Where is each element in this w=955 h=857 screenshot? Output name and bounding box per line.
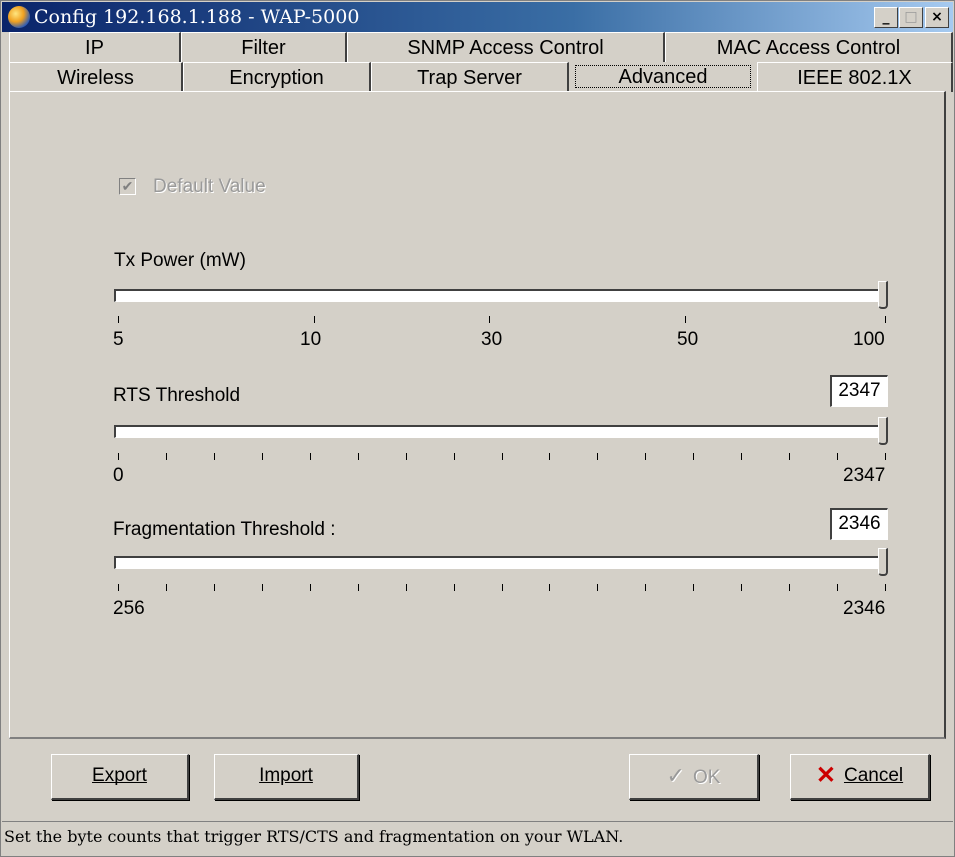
rts-threshold-value[interactable]: 2347 xyxy=(830,375,888,407)
status-text: Set the byte counts that trigger RTS/CTS… xyxy=(4,827,624,846)
tab-encryption[interactable]: Encryption xyxy=(183,62,371,92)
red-x-icon: ✕ xyxy=(815,762,836,789)
maximize-button: □ xyxy=(899,7,923,28)
tick-mark xyxy=(685,316,686,323)
tab-mac-access-control[interactable]: MAC Access Control xyxy=(665,32,953,62)
tx-tick-label-30: 30 xyxy=(481,329,503,350)
close-button[interactable]: × xyxy=(925,7,949,28)
cancel-button[interactable]: ✕ Cancel xyxy=(790,754,930,800)
config-window: Config 192.168.1.188 - WAP-5000 _ □ × IP… xyxy=(0,0,955,857)
tx-power-slider-track[interactable] xyxy=(114,289,888,302)
rts-max-label: 2347 xyxy=(843,465,886,486)
rts-slider-track[interactable] xyxy=(114,425,888,438)
minimize-button[interactable]: _ xyxy=(874,7,898,28)
frag-ticks xyxy=(118,584,886,592)
tick-mark xyxy=(837,453,838,460)
tick-mark xyxy=(789,584,790,591)
import-button-label: Import xyxy=(259,765,313,786)
tick-mark xyxy=(454,584,455,591)
tick-mark xyxy=(693,453,694,460)
window-title: Config 192.168.1.188 - WAP-5000 xyxy=(34,6,360,28)
tx-power-ticks xyxy=(118,316,886,324)
tab-filter[interactable]: Filter xyxy=(181,32,347,62)
frag-threshold-label: Fragmentation Threshold : xyxy=(113,519,336,540)
tab-wireless[interactable]: Wireless xyxy=(9,62,183,92)
tick-mark xyxy=(549,453,550,460)
tick-mark xyxy=(118,316,119,323)
tick-mark xyxy=(314,316,315,323)
tick-mark xyxy=(358,453,359,460)
export-button-label: Export xyxy=(92,765,147,786)
tick-mark xyxy=(502,453,503,460)
tick-mark xyxy=(166,584,167,591)
tab-snmp-access-control[interactable]: SNMP Access Control xyxy=(347,32,665,62)
cancel-button-label: Cancel xyxy=(843,765,904,786)
tick-mark xyxy=(741,453,742,460)
tick-mark xyxy=(885,453,886,460)
default-value-checkbox: ✔ xyxy=(119,178,136,195)
frag-slider-thumb[interactable] xyxy=(878,548,888,576)
tick-mark xyxy=(214,584,215,591)
tick-mark xyxy=(310,584,311,591)
tick-mark xyxy=(645,453,646,460)
tick-mark xyxy=(406,584,407,591)
tab-focus-rect xyxy=(575,65,751,88)
tx-power-slider-thumb[interactable] xyxy=(878,281,888,309)
title-bar[interactable]: Config 192.168.1.188 - WAP-5000 _ □ × xyxy=(2,2,953,32)
tick-mark xyxy=(597,453,598,460)
export-button[interactable]: Export xyxy=(51,754,189,800)
tick-mark xyxy=(406,453,407,460)
frag-slider-track[interactable] xyxy=(114,556,888,569)
tick-mark xyxy=(549,584,550,591)
default-value-label: Default Value xyxy=(153,176,266,197)
tick-mark xyxy=(262,453,263,460)
tx-tick-label-5: 5 xyxy=(113,329,124,350)
frag-threshold-value[interactable]: 2346 xyxy=(830,508,888,540)
rts-ticks xyxy=(118,453,886,461)
tick-mark xyxy=(885,316,886,323)
tick-mark xyxy=(885,584,886,591)
import-button[interactable]: Import xyxy=(214,754,359,800)
status-bar: Set the byte counts that trigger RTS/CTS… xyxy=(2,821,953,856)
rts-min-label: 0 xyxy=(113,465,124,486)
tick-mark xyxy=(645,584,646,591)
tick-mark xyxy=(693,584,694,591)
tick-mark xyxy=(262,584,263,591)
tick-mark xyxy=(118,453,119,460)
tick-mark xyxy=(597,584,598,591)
tick-mark xyxy=(454,453,455,460)
ok-button: ✓ OK xyxy=(629,754,759,800)
tx-tick-label-100: 100 xyxy=(853,329,885,350)
frag-max-label: 2346 xyxy=(843,598,886,619)
app-globe-icon xyxy=(8,6,30,28)
tick-mark xyxy=(214,453,215,460)
tab-ieee-8021x[interactable]: IEEE 802.1X xyxy=(757,62,953,92)
frag-min-label: 256 xyxy=(113,598,145,619)
tick-mark xyxy=(166,453,167,460)
tab-trap-server[interactable]: Trap Server xyxy=(371,62,569,92)
tick-mark xyxy=(358,584,359,591)
tx-power-label: Tx Power (mW) xyxy=(114,250,246,271)
advanced-panel xyxy=(9,91,946,739)
rts-threshold-label: RTS Threshold xyxy=(113,385,241,406)
tick-mark xyxy=(741,584,742,591)
tick-mark xyxy=(502,584,503,591)
tick-mark xyxy=(789,453,790,460)
tx-tick-label-10: 10 xyxy=(300,329,322,350)
rts-slider-thumb[interactable] xyxy=(878,417,888,445)
checkmark-icon: ✓ xyxy=(666,763,685,788)
tx-tick-label-50: 50 xyxy=(677,329,699,350)
tick-mark xyxy=(310,453,311,460)
tab-ip[interactable]: IP xyxy=(9,32,181,62)
tick-mark xyxy=(837,584,838,591)
tick-mark xyxy=(489,316,490,323)
tick-mark xyxy=(118,584,119,591)
ok-button-label: OK xyxy=(692,767,721,788)
tab-advanced[interactable]: Advanced xyxy=(569,62,757,92)
